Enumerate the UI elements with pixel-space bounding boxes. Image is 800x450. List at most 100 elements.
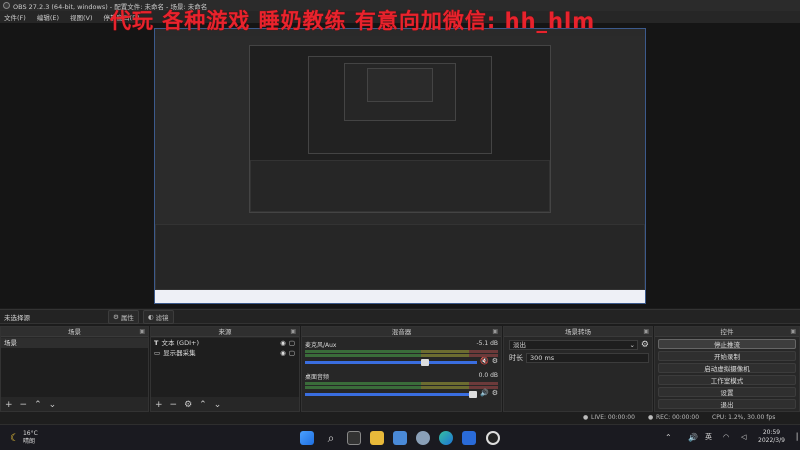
volume-icon[interactable]: ◁ xyxy=(741,433,746,441)
mail-icon[interactable] xyxy=(393,431,407,445)
weather-desc: 晴朗 xyxy=(22,438,35,445)
live-status-icon: ● xyxy=(583,414,589,421)
filter-icon: ◐ xyxy=(147,312,154,321)
slider-thumb[interactable] xyxy=(420,359,429,366)
settings-app-icon[interactable] xyxy=(416,431,430,445)
menu-edit[interactable]: 编辑(E) xyxy=(37,12,59,22)
dock-close-icon[interactable]: ▣ xyxy=(139,327,145,337)
chevron-up-icon[interactable]: ⌃ xyxy=(665,433,672,442)
move-down-icon[interactable]: ⌄ xyxy=(214,400,222,410)
properties-label: 属性 xyxy=(120,313,134,322)
transitions-header: 场景转场 ▣ xyxy=(504,327,652,337)
gear-icon[interactable]: ⚙ xyxy=(492,389,498,397)
clock[interactable]: 20:59 2022/3/9 xyxy=(758,429,785,445)
settings-button[interactable]: 设置 xyxy=(658,387,796,397)
remove-icon[interactable]: − xyxy=(20,400,28,410)
dock-close-icon[interactable]: ▣ xyxy=(643,327,649,337)
rec-status-icon: ● xyxy=(648,414,654,421)
volume-slider[interactable] xyxy=(305,359,477,366)
weather-widget[interactable]: ☾ 16°C 晴朗 xyxy=(10,430,38,446)
volume-slider[interactable] xyxy=(305,391,477,398)
start-virtual-camera-button[interactable]: 启动虚拟摄像机 xyxy=(658,363,796,373)
move-up-icon[interactable]: ⌃ xyxy=(34,400,42,410)
add-icon[interactable]: + xyxy=(155,400,163,410)
menu-view[interactable]: 视图(V) xyxy=(70,12,93,22)
duration-input[interactable]: 300 ms xyxy=(526,353,649,363)
eye-icon[interactable]: ◉ xyxy=(280,338,286,348)
nested-docks-lower xyxy=(155,224,645,290)
filters-button[interactable]: ◐ 滤镜 xyxy=(142,309,174,324)
obs-taskbar-icon[interactable] xyxy=(486,431,500,445)
stop-streaming-button[interactable]: 停止推流 xyxy=(658,339,796,349)
mixer-channel-desktop: 桌面音频 0.0 dB 🔊 ⚙ xyxy=(305,372,498,398)
preview-canvas[interactable] xyxy=(154,28,646,304)
eye-icon[interactable]: ◉ xyxy=(280,348,286,358)
monitor-icon: ▭ xyxy=(154,349,161,357)
scenes-header: 场景 ▣ xyxy=(1,327,148,337)
volume-meter xyxy=(305,382,498,385)
nested-preview xyxy=(249,45,551,213)
duration-value: 300 ms xyxy=(530,354,555,362)
mixer-title: 混音器 xyxy=(391,328,412,336)
text-source-icon: T xyxy=(154,339,159,347)
overlay-text: 代玩 各种游戏 睡奶教练 有意向加微信: hh_hlm xyxy=(110,9,596,33)
clock-date: 2022/3/9 xyxy=(758,437,785,444)
scenes-title: 场景 xyxy=(68,328,81,336)
moon-icon: ☾ xyxy=(10,432,19,444)
source-toolbar: 未选择源 ⚙ 属性 ◐ 滤镜 xyxy=(0,309,800,324)
source-item-label: 显示器采集 xyxy=(163,349,196,357)
slider-thumb[interactable] xyxy=(469,391,477,398)
move-down-icon[interactable]: ⌄ xyxy=(49,400,57,410)
channel-name: 桌面音频 xyxy=(305,374,330,381)
task-view-icon[interactable] xyxy=(347,431,361,445)
transition-select[interactable]: 淡出 ⌄ xyxy=(509,340,638,350)
nested-preview-inner2 xyxy=(344,63,456,121)
dock-close-icon[interactable]: ▣ xyxy=(790,327,796,337)
lock-icon[interactable]: ▢ xyxy=(289,348,295,358)
taskbar: ☾ 16°C 晴朗 ⌕ ⌃ 🔊 英 ◠ ◁ 20:59 2022/3/9 ▕ xyxy=(0,424,800,450)
file-explorer-icon[interactable] xyxy=(370,431,384,445)
notification-icon[interactable]: ▕ xyxy=(792,433,797,441)
channel-name: 麦克风/Aux xyxy=(305,342,337,349)
store-icon[interactable] xyxy=(462,431,476,445)
weather-temp: 16°C xyxy=(22,430,38,437)
sources-toolbar: + − ⚙ ⌃ ⌄ xyxy=(151,399,299,411)
studio-mode-button[interactable]: 工作室模式 xyxy=(658,375,796,385)
speaker-icon[interactable]: 🔊 xyxy=(480,389,489,397)
exit-button[interactable]: 退出 xyxy=(658,399,796,409)
dock-close-icon[interactable]: ▣ xyxy=(492,327,498,337)
gear-icon[interactable]: ⚙ xyxy=(641,340,649,350)
properties-button[interactable]: ⚙ 属性 xyxy=(108,309,139,324)
lock-icon[interactable]: ▢ xyxy=(289,338,295,348)
sources-list: T 文本 (GDI+) ◉ ▢ ▭ 显示器采集 ◉ ▢ xyxy=(151,338,299,397)
remove-icon[interactable]: − xyxy=(170,400,178,410)
channel-db: -5.1 dB xyxy=(476,340,498,347)
source-item[interactable]: ▭ 显示器采集 ◉ ▢ xyxy=(151,348,299,358)
cpu-status: CPU: 1.2%, 30.00 fps xyxy=(712,414,776,421)
edge-browser-icon[interactable] xyxy=(439,431,453,445)
gear-icon[interactable]: ⚙ xyxy=(492,357,498,365)
gear-icon[interactable]: ⚙ xyxy=(184,400,192,410)
menu-file[interactable]: 文件(F) xyxy=(4,12,26,22)
add-icon[interactable]: + xyxy=(5,400,13,410)
controls-dock: 控件 ▣ 停止推流 开始录制 启动虚拟摄像机 工作室模式 设置 退出 xyxy=(654,326,800,412)
move-up-icon[interactable]: ⌃ xyxy=(199,400,207,410)
obs-logo-icon xyxy=(3,2,10,9)
windows-start-icon[interactable] xyxy=(300,431,314,445)
nested-preview-inner3 xyxy=(367,68,433,102)
controls-header: 控件 ▣ xyxy=(655,327,799,337)
mixer-header: 混音器 ▣ xyxy=(302,327,501,337)
rec-status: REC: 00:00:00 xyxy=(656,414,700,421)
scene-item[interactable]: 场景 xyxy=(1,338,148,348)
chevron-down-icon: ⌄ xyxy=(629,341,635,349)
start-recording-button[interactable]: 开始录制 xyxy=(658,351,796,361)
wifi-icon[interactable]: ◠ xyxy=(723,433,729,441)
source-item[interactable]: T 文本 (GDI+) ◉ ▢ xyxy=(151,338,299,348)
speaker-icon[interactable]: 🔊 xyxy=(688,433,698,442)
search-icon[interactable]: ⌕ xyxy=(324,431,338,445)
speaker-muted-icon[interactable]: 🔇 xyxy=(480,357,489,365)
mixer-channel-mic: 麦克风/Aux -5.1 dB 🔇 ⚙ xyxy=(305,340,498,366)
dock-close-icon[interactable]: ▣ xyxy=(290,327,296,337)
no-source-label: 未选择源 xyxy=(4,313,30,322)
input-language[interactable]: 英 xyxy=(705,432,712,442)
